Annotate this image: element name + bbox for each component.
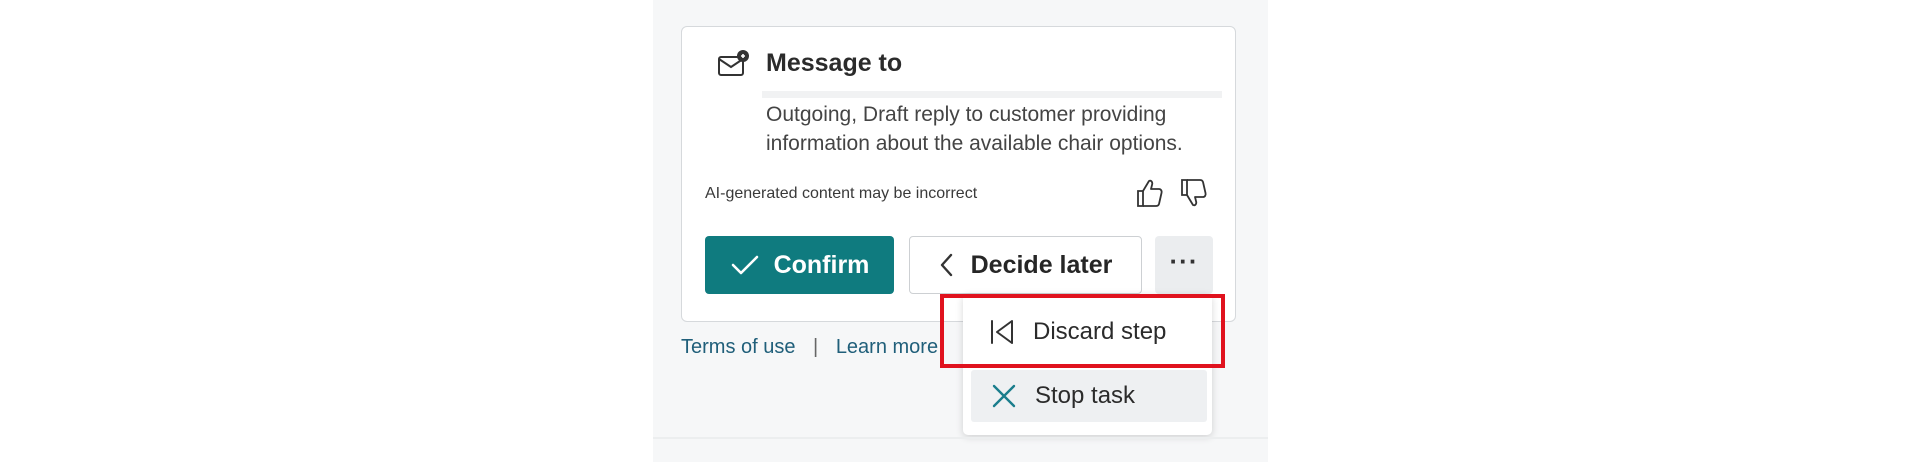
ellipsis-icon: ··· <box>1169 246 1199 276</box>
thumbs-down-icon[interactable] <box>1178 177 1208 209</box>
more-options-menu: Discard step Stop task <box>963 294 1212 435</box>
divider <box>653 437 1268 439</box>
close-icon <box>987 379 1021 413</box>
terms-of-use-link[interactable]: Terms of use <box>681 336 795 358</box>
menu-item-discard-step[interactable]: Discard step <box>963 306 1212 358</box>
decide-later-button[interactable]: Decide later <box>909 236 1142 294</box>
more-options-button[interactable]: ··· <box>1155 236 1213 294</box>
card-description: Outgoing, Draft reply to customer provid… <box>766 103 1183 155</box>
checkmark-icon <box>731 255 758 275</box>
card-title: Message to <box>766 49 903 77</box>
menu-item-label: Stop task <box>1035 382 1136 409</box>
confirm-label: Confirm <box>773 250 870 279</box>
footer-separator: | <box>813 336 819 358</box>
footer-links: Terms of use | Learn more <box>681 336 938 359</box>
skip-back-icon <box>985 315 1019 349</box>
ai-disclaimer: AI-generated content may be incorrect <box>705 185 978 202</box>
menu-item-stop-task[interactable]: Stop task <box>971 370 1207 422</box>
mail-badge-icon <box>717 49 751 79</box>
divider <box>762 91 1222 98</box>
decide-later-label: Decide later <box>970 250 1113 279</box>
confirm-button[interactable]: Confirm <box>705 236 894 294</box>
chevron-left-icon <box>940 253 952 277</box>
learn-more-link[interactable]: Learn more <box>836 336 938 358</box>
action-card: Message to Outgoing, Draft reply to cust… <box>681 26 1236 322</box>
thumbs-up-icon[interactable] <box>1134 177 1164 209</box>
menu-item-label: Discard step <box>1033 318 1167 345</box>
